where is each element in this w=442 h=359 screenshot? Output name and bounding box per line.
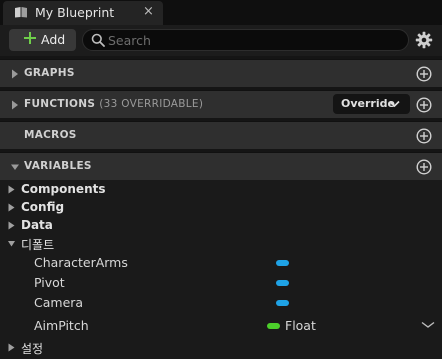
override-label: Override [341,97,395,110]
object-reference-type-pill[interactable] [276,300,289,306]
category-settings[interactable]: 설정 [0,339,442,357]
expand-arrow-icon [8,221,15,230]
add-button[interactable]: Add [9,29,76,51]
expand-arrow-icon [8,185,15,194]
category-default[interactable]: 디폴트 [0,235,442,253]
variable-name: Camera [34,295,84,310]
variable-name: AimPitch [34,318,89,333]
expand-arrow-icon [8,343,15,352]
add-circle-icon[interactable] [416,159,432,175]
search-icon [91,33,105,47]
section-functions[interactable]: FUNCTIONS (33 OVERRIDABLE) Override [0,90,442,118]
section-variables[interactable]: VARIABLES [0,152,442,180]
toolbar: Add [0,25,442,56]
section-title-macros: MACROS [24,129,77,141]
expand-arrow-icon [12,69,18,79]
variable-row-camera[interactable]: Camera [0,294,442,312]
category-label: 디폴트 [21,238,55,252]
section-title-graphs: GRAPHS [24,67,75,79]
chevron-down-icon[interactable] [421,321,435,329]
variable-row-aimpitch[interactable]: AimPitch Float [0,317,442,335]
section-title-variables: VARIABLES [24,160,92,172]
search-box [82,29,409,51]
section-graphs[interactable]: GRAPHS [0,59,442,87]
category-label: 설정 [21,342,44,356]
variables-list: Components Config Data 디폴트 CharacterArms… [0,180,442,359]
add-button-label: Add [41,32,66,47]
section-macros[interactable]: MACROS [0,121,442,149]
expand-arrow-icon [12,100,18,110]
tab-bar: My Blueprint × [0,0,442,25]
variable-name: CharacterArms [34,255,128,270]
object-reference-type-pill[interactable] [276,280,289,286]
collapse-arrow-icon [11,164,19,170]
expand-arrow-icon [8,203,15,212]
tab-title: My Blueprint [35,5,115,20]
category-label: Config [21,200,65,214]
chevron-down-icon [389,100,400,108]
variable-row-pivot[interactable]: Pivot [0,274,442,292]
category-components[interactable]: Components [0,181,442,199]
category-data[interactable]: Data [0,217,442,235]
variable-row-characterarms[interactable]: CharacterArms [0,254,442,272]
category-label: Data [21,218,53,232]
section-title-functions-text: FUNCTIONS [24,98,96,110]
section-title-functions: FUNCTIONS (33 OVERRIDABLE) [24,98,203,110]
close-icon[interactable]: × [143,4,154,19]
variable-type-label: Float [285,318,316,333]
gear-icon[interactable] [415,31,433,49]
variable-name: Pivot [34,275,65,290]
book-icon [15,7,27,18]
add-circle-icon[interactable] [416,66,432,82]
plus-icon [24,32,36,44]
float-type-pill[interactable] [267,323,280,329]
category-config[interactable]: Config [0,199,442,217]
add-circle-icon[interactable] [416,97,432,113]
override-dropdown[interactable]: Override [333,94,410,114]
overridable-count: (33 OVERRIDABLE) [99,98,204,110]
tab-my-blueprint[interactable]: My Blueprint × [3,1,163,25]
category-label: Components [21,182,106,196]
collapse-arrow-icon [8,241,15,247]
add-circle-icon[interactable] [416,128,432,144]
search-input[interactable] [108,31,398,49]
object-reference-type-pill[interactable] [276,260,289,266]
